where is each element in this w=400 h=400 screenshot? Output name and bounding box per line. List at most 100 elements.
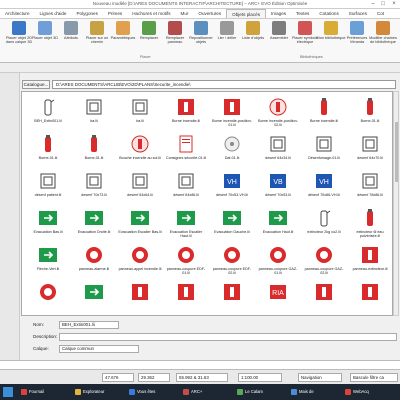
scroll-thumb[interactable] [395,122,398,182]
tab-1[interactable]: Lignes d'aide [35,9,72,18]
taskbar-item[interactable]: ARC+ [182,386,202,398]
library-item[interactable]: BEH_Extin001.lii [26,94,70,131]
tab-12[interactable]: Cot [372,9,389,18]
library-item[interactable] [210,279,254,315]
minimize-icon[interactable]: – [368,0,378,9]
library-item[interactable]: Evacuation Escalier Haut.lii [164,205,208,242]
path-field[interactable]: D:\ARES DOCUMENTS\ARCLIB\EVO\2D\PLANS\Se… [52,80,396,89]
library-item[interactable]: Evacuation Haut.lii [256,205,300,242]
taskbar-item[interactable]: Explorateur [74,386,104,398]
taskbar-item[interactable]: WebAcq [344,386,369,398]
catalog-button[interactable]: Catalogue... [22,80,50,89]
extinguisher-red-icon [359,207,381,229]
ribbon-group-label: Placer [140,55,151,59]
grid-scrollbar[interactable] [393,91,399,316]
maximize-icon[interactable]: □ [378,0,388,9]
library-item[interactable]: Désenfumage-01.lii [302,131,346,168]
library-item[interactable]: panneau-alarme.lii [72,242,116,279]
tab-9[interactable]: Textes [291,9,314,18]
taskbar-item[interactable]: Fournail [20,386,44,398]
smoke-vent-icon [359,133,381,155]
library-item[interactable]: VB désenf 70x53.lii [256,168,300,205]
scale-select[interactable]: 1:100.00 [238,373,282,382]
library-item[interactable]: panneau-appel incendie.lii [118,242,162,279]
smoke-vent-icon [267,133,289,155]
library-item[interactable]: Borne incendie.lii [164,94,208,131]
library-item[interactable]: desenf 64x70.lii [348,131,392,168]
library-item[interactable]: Borne-01.lii [348,94,392,131]
description-field[interactable] [59,333,397,341]
library-item[interactable]: Evacuation Escalier Bas.lii [118,205,162,242]
library-item[interactable]: désenf patient.lii [26,168,70,205]
library-item[interactable]: ba.lii [72,94,116,131]
library-item[interactable]: panneau-coupure GAZ-02.lii [302,242,346,279]
library-item[interactable] [164,279,208,315]
library-item[interactable]: Evacuation Droite.lii [72,205,116,242]
ribbon-button-14[interactable]: Modifier chaînes de bibliothèque [368,21,398,61]
library-item-label: désenf 78x86.lii [357,193,383,197]
fire-hydrant-red-icon [359,96,381,118]
tab-11[interactable]: Surfaces [344,9,372,18]
filter-toggle[interactable]: Bascule filtre ca [350,373,398,382]
taskbar-label: Le Calam [245,389,263,394]
tab-10[interactable]: Cotations [314,9,343,18]
library-item[interactable]: desenf 70x73.lii [72,168,116,205]
library-item[interactable] [26,279,70,315]
taskbar-label: WebAcq [353,389,369,394]
library-item[interactable]: extincteur 6l eau pulvérisée.lii [348,205,392,242]
tab-0[interactable]: Architecture [0,9,35,18]
tab-8[interactable]: Images [266,9,291,18]
taskbar-label: Mais de [299,389,314,394]
library-item[interactable]: Evacuation Gauche.lii [210,205,254,242]
tab-7[interactable]: Objets placés [226,9,266,18]
tab-4[interactable]: Hachures et motifs [127,9,175,18]
library-item[interactable]: Borne incendie.lii [302,94,346,131]
taskbar-item[interactable]: Le Calam [236,386,263,398]
close-icon[interactable]: × [389,0,399,9]
library-item[interactable]: Borne-01.lii [72,131,116,168]
layer-select[interactable]: Calque commun [59,345,139,353]
library-item[interactable]: Borne incendie-position-02.lii [256,94,300,131]
library-item[interactable] [302,279,346,315]
library-item[interactable]: desenf 64x34.lii [256,131,300,168]
library-item[interactable] [72,279,116,315]
tab-3[interactable]: Primes [103,9,127,18]
command-line[interactable] [0,360,400,369]
taskbar-item[interactable]: Vous êtes [128,386,155,398]
library-item[interactable]: Evacuation Bas.lii [26,205,70,242]
library-item[interactable]: desenf 64x64.lii [118,168,162,205]
start-icon[interactable] [3,387,13,397]
exit-stairs-green-icon [129,207,151,229]
library-item[interactable]: Borne-01.lii [26,131,70,168]
ground-hydrant-icon [129,133,151,155]
smoke-panel-icon [37,170,59,192]
tab-5[interactable]: Mur [176,9,194,18]
extinguisher-sign-icon [313,281,335,303]
library-item[interactable]: VH désenf 70x86-VH.lii [302,168,346,205]
taskbar-item[interactable]: Mais de [290,386,314,398]
library-item[interactable]: Flèche-Vert.lii [26,242,70,279]
library-item[interactable] [348,279,392,315]
library-item[interactable]: extincteur 2kg co2.lii [302,205,346,242]
library-item[interactable]: panneau-extincteur.lii [348,242,392,279]
library-item[interactable]: ba.lii [118,94,162,131]
library-item[interactable]: Borne incendie-position-01.lii [210,94,254,131]
tab-6[interactable]: Ouvertures [193,9,226,18]
library-item[interactable] [118,279,162,315]
cutoff-sign-icon [313,244,335,266]
library-item[interactable]: Consignes sécurité-01.lii [164,131,208,168]
exit-sign-green-icon [83,207,105,229]
library-item[interactable]: désenf 78x86.lii [348,168,392,205]
name-field[interactable]: BEH_Extin001.lii [59,321,119,329]
library-item[interactable]: panneau-coupure EDF-02.lii [210,242,254,279]
library-item[interactable]: panneau-coupure GAZ-01.lii [256,242,300,279]
mode-select[interactable]: Navigation [298,373,342,382]
library-item[interactable]: panneau-coupure EDF-01.lii [164,242,208,279]
tab-2[interactable]: Polygones [71,9,102,18]
library-item[interactable]: Daf-01.lii [210,131,254,168]
library-item[interactable]: Bouche incendie au sol.lii [118,131,162,168]
library-item[interactable]: RIA [256,279,300,315]
library-item[interactable]: VH désenf 70x53-VH.lii [210,168,254,205]
extinguisher-tag-icon [359,281,381,303]
library-item[interactable]: désenf 64x86.lii [164,168,208,205]
